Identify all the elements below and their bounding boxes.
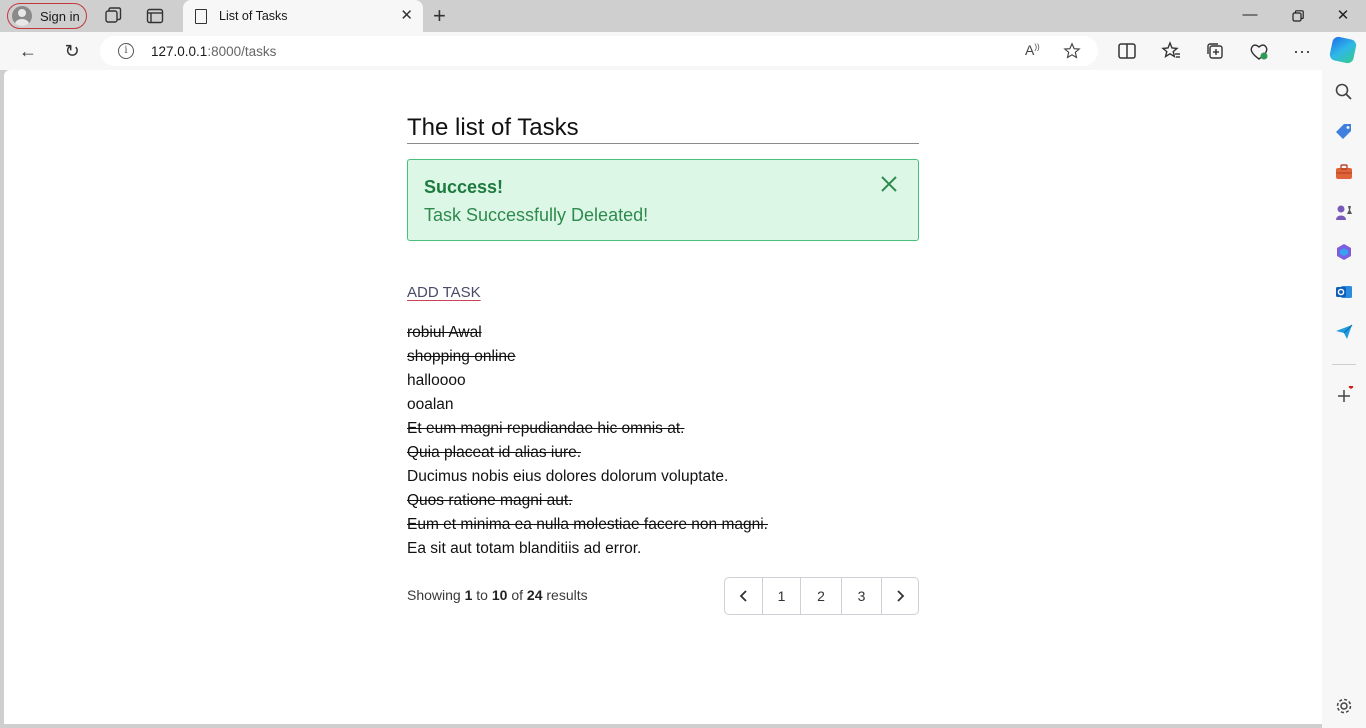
address-bar[interactable]: i 127.0.0.1:8000/tasks A)) <box>100 36 1098 66</box>
browser-essentials-icon[interactable] <box>1247 39 1271 63</box>
alert-title: Success! <box>424 177 504 197</box>
showing-word: Showing <box>407 587 461 603</box>
settings-gear-icon[interactable] <box>1334 696 1354 716</box>
next-page-button[interactable] <box>881 578 918 614</box>
profile-avatar-icon <box>12 6 32 26</box>
more-options-icon[interactable]: ··· <box>1290 39 1314 63</box>
edge-sidebar <box>1322 70 1366 728</box>
task-item[interactable]: ooalan <box>407 393 768 417</box>
tab-list-of-tasks[interactable]: List of Tasks ✕ <box>183 0 423 32</box>
close-tab-icon[interactable]: ✕ <box>400 8 413 24</box>
url-host: 127.0.0.1 <box>151 43 208 59</box>
favorites-icon[interactable] <box>1159 39 1183 63</box>
collections-icon[interactable] <box>1203 39 1227 63</box>
tools-briefcase-icon[interactable] <box>1334 162 1354 182</box>
outlook-icon[interactable] <box>1334 282 1354 302</box>
chevron-right-icon <box>897 590 905 602</box>
alert-message: Task Successfully Deleated! <box>424 205 649 225</box>
browser-toolbar: ← ↻ i 127.0.0.1:8000/tasks A)) ··· <box>0 32 1366 70</box>
task-list: robiul Awal shopping online halloooo ooalan… <box>407 321 768 561</box>
site-info-icon[interactable]: i <box>118 43 134 59</box>
microsoft-365-icon[interactable] <box>1334 242 1354 262</box>
games-icon[interactable] <box>1334 202 1354 222</box>
tab-actions-icon[interactable] <box>145 6 165 26</box>
workspaces-icon[interactable] <box>103 6 123 26</box>
task-item[interactable]: Quos ratione magni aut. <box>407 489 768 513</box>
read-aloud-icon[interactable]: A)) <box>1025 42 1040 58</box>
copilot-icon[interactable] <box>1328 35 1358 65</box>
url-path: :8000/tasks <box>207 43 277 59</box>
results-word: results <box>546 587 588 603</box>
sign-in-label: Sign in <box>40 8 80 24</box>
success-alert: Success! Task Successfully Deleated! <box>407 159 919 241</box>
page-title: The list of Tasks <box>407 114 919 144</box>
send-drop-icon[interactable] <box>1334 322 1354 342</box>
range-from: 1 <box>464 587 473 603</box>
tab-title: List of Tasks <box>219 9 288 23</box>
close-window-icon[interactable]: ✕ <box>1333 6 1353 24</box>
back-arrow-icon[interactable]: ← <box>16 39 40 63</box>
task-item[interactable]: halloooo <box>407 369 768 393</box>
task-item[interactable]: Quia placeat id alias iure. <box>407 441 768 465</box>
shopping-tag-icon[interactable] <box>1334 122 1354 142</box>
minimize-icon[interactable]: — <box>1240 6 1260 23</box>
task-item[interactable]: robiul Awal <box>407 321 768 345</box>
prev-page-button[interactable] <box>725 578 762 614</box>
add-sidebar-app-icon[interactable] <box>1334 386 1354 406</box>
task-item[interactable]: Eum et minima ea nulla molestiae facere … <box>407 513 768 537</box>
page-viewport: The list of Tasks Success! Task Successf… <box>4 70 1322 724</box>
task-item[interactable]: shopping online <box>407 345 768 369</box>
new-tab-icon[interactable]: + <box>433 5 446 27</box>
browser-title-bar: Sign in List of Tasks ✕ + — ✕ <box>0 0 1366 32</box>
url-text: 127.0.0.1:8000/tasks <box>151 44 276 59</box>
to-word: to <box>476 587 488 603</box>
close-alert-icon[interactable] <box>880 175 898 193</box>
task-item[interactable]: Ea sit aut totam blanditiis ad error. <box>407 537 768 561</box>
search-icon[interactable] <box>1334 82 1354 102</box>
sidebar-divider <box>1332 364 1356 365</box>
range-to: 10 <box>491 587 508 603</box>
split-screen-icon[interactable] <box>1115 39 1139 63</box>
sign-in-button[interactable]: Sign in <box>7 3 87 29</box>
task-item[interactable]: Et eum magni repudiandae hic omnis at. <box>407 417 768 441</box>
refresh-icon[interactable]: ↻ <box>60 39 84 63</box>
task-item[interactable]: Ducimus nobis eius dolores dolorum volup… <box>407 465 768 489</box>
page-3-button[interactable]: 3 <box>841 578 881 614</box>
restore-icon[interactable] <box>1288 8 1308 24</box>
page-2-button[interactable]: 2 <box>800 578 841 614</box>
favorite-star-icon[interactable] <box>1063 42 1081 60</box>
page-icon <box>195 8 207 24</box>
add-task-link[interactable]: ADD TASK <box>407 284 481 301</box>
of-word: of <box>511 587 524 603</box>
page-1-button[interactable]: 1 <box>762 578 800 614</box>
pagination-summary: Showing 1 to 10 of 24 results <box>407 587 588 603</box>
total-results: 24 <box>526 587 543 603</box>
pagination-nav: 1 2 3 <box>724 577 919 615</box>
chevron-left-icon <box>739 590 747 602</box>
